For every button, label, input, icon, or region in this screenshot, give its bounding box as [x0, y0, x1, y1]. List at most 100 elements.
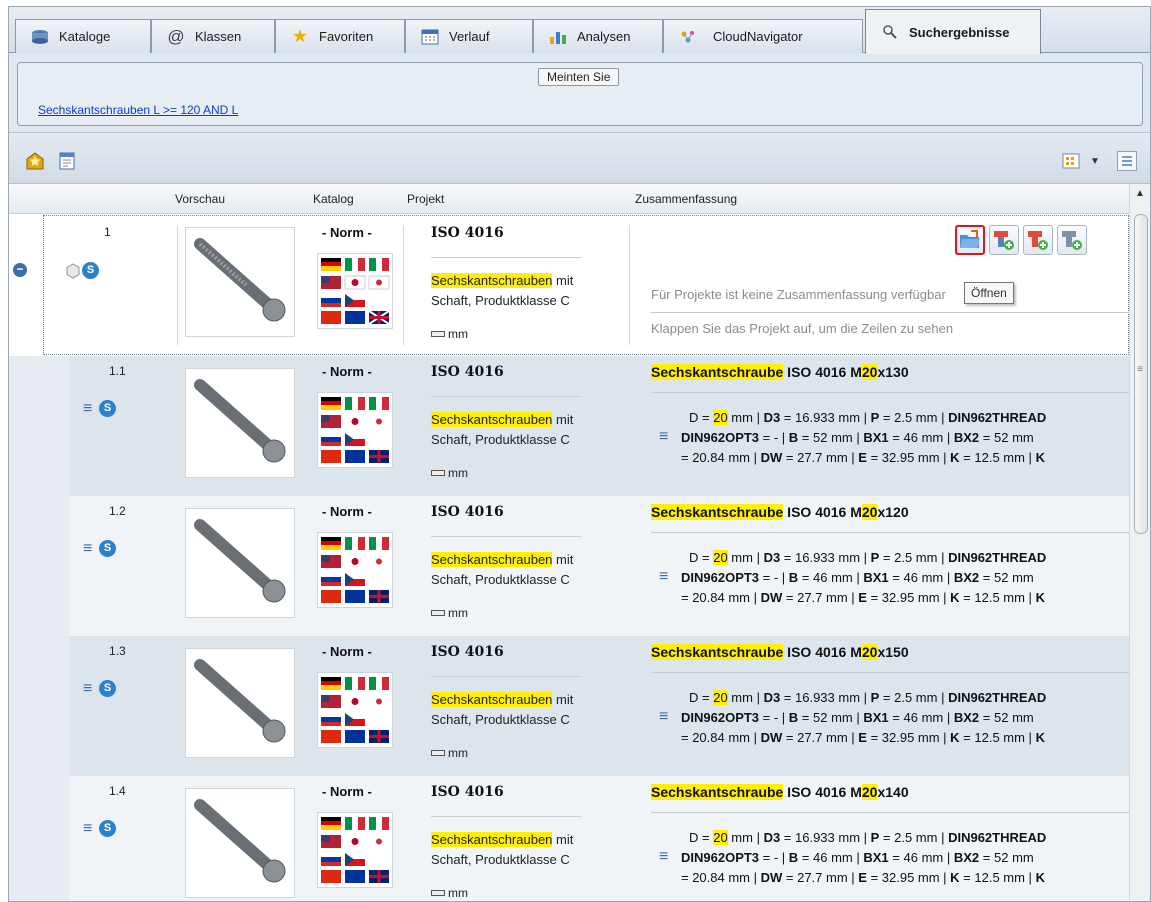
list-lines-icon: ≡	[659, 428, 669, 445]
part-title: Sechskantschraube ISO 4016 M20x120	[651, 504, 909, 520]
ruler-icon	[431, 331, 445, 337]
summary-hint: Klappen Sie das Projekt auf, um die Zeil…	[651, 321, 954, 336]
list-lines-icon: ≡	[83, 680, 93, 697]
part-title: Sechskantschraube ISO 4016 M20x130	[651, 364, 909, 380]
collapse-icon[interactable]: −	[13, 263, 27, 277]
tab-label: Klassen	[195, 29, 242, 44]
view-list-icon[interactable]	[1117, 151, 1137, 171]
preview-image[interactable]	[185, 788, 295, 898]
country-flags-icon	[317, 392, 393, 468]
list-lines-icon: ≡	[83, 820, 93, 837]
ruler-icon	[431, 890, 445, 896]
tab-cloudnavigator[interactable]: CloudNavigator	[663, 19, 863, 53]
list-lines-icon: ≡	[659, 708, 669, 725]
preview-image[interactable]	[185, 368, 295, 478]
tab-suchergebnisse[interactable]: Suchergebnisse	[865, 9, 1041, 54]
column-header-zusammenfassung[interactable]: Zusammenfassung	[635, 192, 737, 206]
tab-label: CloudNavigator	[713, 29, 803, 44]
summary-line-2: DIN962OPT3 = - | B = 46 mm | BX1 = 46 mm…	[681, 850, 1034, 865]
catalog-name: - Norm -	[322, 364, 372, 379]
cloud-navigator-icon	[678, 28, 698, 46]
add-assembly-button[interactable]	[1023, 225, 1053, 255]
catalog-icon	[30, 28, 50, 46]
list-lines-icon: ≡	[83, 400, 93, 417]
add-variant-button[interactable]	[1057, 225, 1087, 255]
view-grid-icon[interactable]	[1061, 151, 1081, 171]
summary-line-2: DIN962OPT3 = - | B = 46 mm | BX1 = 46 mm…	[681, 570, 1034, 585]
chevron-down-icon[interactable]: ▼	[1085, 151, 1105, 171]
project-description: Sechskantschrauben mit Schaft, Produktkla…	[431, 832, 574, 867]
column-header-row: Vorschau Katalog Projekt Zusammenfassung	[9, 184, 1129, 214]
open-button[interactable]	[955, 225, 985, 255]
tab-favoriten[interactable]: ★ Favoriten	[275, 19, 405, 53]
summary-line-1: D = 20 mm | D3 = 16.933 mm | P = 2.5 mm …	[689, 690, 1047, 705]
summary-line-1: D = 20 mm | D3 = 16.933 mm | P = 2.5 mm …	[689, 410, 1047, 425]
suggestion-link[interactable]: Sechskantschrauben L >= 120 AND L	[38, 103, 238, 117]
summary-line-1: D = 20 mm | D3 = 16.933 mm | P = 2.5 mm …	[689, 830, 1047, 845]
project-description: Sechskantschrauben mit Schaft, Produktkla…	[431, 412, 574, 447]
unit-label: mm	[431, 746, 468, 760]
ruler-icon	[431, 610, 445, 616]
summary-unavailable: Für Projekte ist keine Zusammenfassung v…	[651, 287, 946, 302]
search-results-window: Kataloge @ Klassen ★ Favoriten Verlauf A…	[8, 6, 1151, 902]
unit-label: mm	[431, 466, 468, 480]
project-title: ISO 4016	[431, 504, 504, 520]
project-row[interactable]: − 1 S - Norm - ISO 4016 Sechskantschraub…	[9, 215, 1131, 355]
ruler-icon	[431, 750, 445, 756]
tab-label: Analysen	[577, 29, 631, 44]
country-flags-icon	[317, 812, 393, 888]
standard-badge-icon: S	[99, 680, 116, 697]
country-flags-icon	[317, 532, 393, 608]
part-title: Sechskantschraube ISO 4016 M20x150	[651, 644, 909, 660]
tab-analysen[interactable]: Analysen	[533, 19, 663, 53]
country-flags-icon	[317, 253, 393, 329]
tab-bar: Kataloge @ Klassen ★ Favoriten Verlauf A…	[9, 7, 1150, 54]
standard-badge-icon: S	[99, 400, 116, 417]
calendar-icon	[420, 28, 440, 46]
summary-line-3: = 20.84 mm | DW = 27.7 mm | E = 32.95 mm…	[681, 590, 1045, 605]
preview-image[interactable]	[185, 227, 295, 337]
export-icon[interactable]	[57, 151, 77, 171]
table-row[interactable]: 1.3 ≡ S - Norm - ISO 4016 Sechskantschra…	[9, 636, 1131, 776]
summary-line-3: = 20.84 mm | DW = 27.7 mm | E = 32.95 mm…	[681, 730, 1045, 745]
list-lines-icon: ≡	[83, 540, 93, 557]
tab-label: Kataloge	[59, 29, 111, 44]
list-lines-icon: ≡	[659, 568, 669, 585]
summary-line-1: D = 20 mm | D3 = 16.933 mm | P = 2.5 mm …	[689, 550, 1047, 565]
summary-line-2: DIN962OPT3 = - | B = 52 mm | BX1 = 46 mm…	[681, 430, 1034, 445]
did-you-mean-panel: Meinten Sie Sechskantschrauben L >= 120 …	[17, 62, 1143, 126]
scroll-up-icon[interactable]: ▲	[1135, 188, 1145, 199]
unit-label: mm	[431, 886, 468, 900]
table-row[interactable]: 1.2 ≡ S - Norm - ISO 4016 Sechskantschra…	[9, 496, 1131, 636]
catalog-name: - Norm -	[322, 784, 372, 799]
project-description: Sechskantschrauben mit Schaft, Produktkla…	[431, 552, 574, 587]
standard-badge-icon: S	[82, 262, 99, 279]
preview-image[interactable]	[185, 648, 295, 758]
unit-label: mm	[431, 606, 468, 620]
part-title: Sechskantschraube ISO 4016 M20x140	[651, 784, 909, 800]
tab-kataloge[interactable]: Kataloge	[15, 19, 151, 53]
tab-klassen[interactable]: @ Klassen	[151, 19, 275, 53]
project-title: ISO 4016	[431, 364, 504, 380]
preview-image[interactable]	[185, 508, 295, 618]
table-row[interactable]: 1.1 ≡ S - Norm - ISO 4016 Sechskantschra…	[9, 356, 1131, 496]
favorite-add-icon[interactable]	[25, 151, 45, 171]
column-header-projekt[interactable]: Projekt	[407, 192, 444, 206]
row-number: 1.2	[109, 504, 126, 518]
results-toolbar: ▼	[9, 132, 1150, 184]
catalog-name: - Norm -	[322, 504, 372, 519]
table-row[interactable]: 1.4 ≡ S - Norm - ISO 4016 Sechskantschra…	[9, 776, 1131, 901]
tab-label: Suchergebnisse	[909, 24, 1010, 40]
add-part-button[interactable]	[989, 225, 1019, 255]
ruler-icon	[431, 470, 445, 476]
project-description: Sechskantschrauben mit Schaft, Produktkla…	[431, 273, 574, 308]
project-title: ISO 4016	[431, 784, 504, 800]
project-description: Sechskantschrauben mit Schaft, Produktkla…	[431, 692, 574, 727]
tab-verlauf[interactable]: Verlauf	[405, 19, 533, 53]
country-flags-icon	[317, 672, 393, 748]
summary-line-3: = 20.84 mm | DW = 27.7 mm | E = 32.95 mm…	[681, 450, 1045, 465]
vertical-scrollbar[interactable]: ▲ ≡	[1129, 184, 1150, 901]
at-sign-icon: @	[167, 26, 185, 46]
column-header-katalog[interactable]: Katalog	[313, 192, 354, 206]
column-header-vorschau[interactable]: Vorschau	[175, 192, 225, 206]
